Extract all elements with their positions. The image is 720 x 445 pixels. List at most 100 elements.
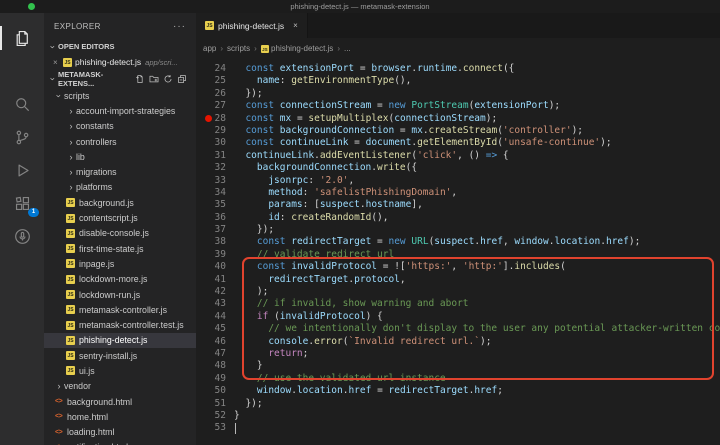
code-line-53[interactable]: 53 bbox=[196, 422, 720, 434]
refresh-icon[interactable] bbox=[163, 74, 173, 84]
code-line-48[interactable]: 48 } bbox=[196, 360, 720, 372]
code-line-39[interactable]: 39 // validate redirect url bbox=[196, 249, 720, 261]
tree-file-lockdown-more.js[interactable]: JSlockdown-more.js bbox=[44, 272, 196, 287]
code-line-38[interactable]: 38 const redirectTarget = new URL(suspec… bbox=[196, 236, 720, 248]
line-number[interactable]: 33 bbox=[196, 175, 234, 187]
activity-extensions-button[interactable]: 1 bbox=[0, 188, 44, 218]
line-number[interactable]: 25 bbox=[196, 75, 234, 87]
project-header[interactable]: › METAMASK-EXTENS... bbox=[44, 70, 196, 88]
code-line-40[interactable]: 40 const invalidProtocol = !['https:', '… bbox=[196, 261, 720, 273]
code-line-27[interactable]: 27 const connectionStream = new PortStre… bbox=[196, 100, 720, 112]
tree-file-metamask-controller.js[interactable]: JSmetamask-controller.js bbox=[44, 302, 196, 317]
line-number[interactable]: 34 bbox=[196, 187, 234, 199]
tree-file-background.html[interactable]: <>background.html bbox=[44, 394, 196, 409]
tree-file-first-time-state.js[interactable]: JSfirst-time-state.js bbox=[44, 241, 196, 256]
activity-run-debug-button[interactable] bbox=[0, 155, 44, 185]
line-number[interactable]: 30 bbox=[196, 137, 234, 149]
activity-source-control-button[interactable] bbox=[0, 122, 44, 152]
line-number[interactable]: 47 bbox=[196, 348, 234, 360]
code-line-33[interactable]: 33 jsonrpc: '2.0', bbox=[196, 175, 720, 187]
line-number[interactable]: 42 bbox=[196, 286, 234, 298]
code-line-31[interactable]: 31 continueLink.addEventListener('click'… bbox=[196, 150, 720, 162]
code-line-30[interactable]: 30 const continueLink = document.getElem… bbox=[196, 137, 720, 149]
line-number[interactable]: 49 bbox=[196, 373, 234, 385]
breadcrumb-item[interactable]: ... bbox=[344, 44, 351, 53]
tree-file-contentscript.js[interactable]: JScontentscript.js bbox=[44, 210, 196, 225]
activity-record-button[interactable] bbox=[0, 221, 44, 251]
tree-folder-migrations[interactable]: ›migrations bbox=[44, 164, 196, 179]
line-number[interactable]: 32 bbox=[196, 162, 234, 174]
line-number[interactable]: 28 bbox=[196, 113, 234, 125]
tree-file-notification.html[interactable]: <>notification.html bbox=[44, 440, 196, 445]
line-number[interactable]: 48 bbox=[196, 360, 234, 372]
activity-explorer-button[interactable] bbox=[0, 23, 44, 53]
code-line-24[interactable]: 24 const extensionPort = browser.runtime… bbox=[196, 63, 720, 75]
line-number[interactable]: 45 bbox=[196, 323, 234, 335]
breadcrumb-item[interactable]: app bbox=[203, 44, 216, 53]
tree-file-lockdown-run.js[interactable]: JSlockdown-run.js bbox=[44, 287, 196, 302]
line-number[interactable]: 50 bbox=[196, 385, 234, 397]
tree-folder-lib[interactable]: ›lib bbox=[44, 149, 196, 164]
code-line-32[interactable]: 32 backgroundConnection.write({ bbox=[196, 162, 720, 174]
line-number[interactable]: 29 bbox=[196, 125, 234, 137]
code-line-36[interactable]: 36 id: createRandomId(), bbox=[196, 212, 720, 224]
tree-folder-scripts[interactable]: ›scripts bbox=[44, 88, 196, 103]
code-line-25[interactable]: 25 name: getEnvironmentType(), bbox=[196, 75, 720, 87]
tree-folder-platforms[interactable]: ›platforms bbox=[44, 180, 196, 195]
code-line-42[interactable]: 42 ); bbox=[196, 286, 720, 298]
new-folder-icon[interactable] bbox=[149, 74, 159, 84]
code-line-35[interactable]: 35 params: [suspect.hostname], bbox=[196, 199, 720, 211]
line-number[interactable]: 26 bbox=[196, 88, 234, 100]
line-number[interactable]: 35 bbox=[196, 199, 234, 211]
code-line-44[interactable]: 44 if (invalidProtocol) { bbox=[196, 311, 720, 323]
code-line-37[interactable]: 37 }); bbox=[196, 224, 720, 236]
code-line-43[interactable]: 43 // if invalid, show warning and abort bbox=[196, 298, 720, 310]
activity-search-button[interactable] bbox=[0, 89, 44, 119]
breadcrumb-item[interactable]: JS phishing-detect.js bbox=[261, 44, 333, 53]
line-number[interactable]: 53 bbox=[196, 422, 234, 434]
code-line-50[interactable]: 50 window.location.href = redirectTarget… bbox=[196, 385, 720, 397]
code-line-41[interactable]: 41 redirectTarget.protocol, bbox=[196, 274, 720, 286]
line-number[interactable]: 51 bbox=[196, 398, 234, 410]
line-number[interactable]: 38 bbox=[196, 236, 234, 248]
tree-file-ui.js[interactable]: JSui.js bbox=[44, 363, 196, 378]
line-number[interactable]: 24 bbox=[196, 63, 234, 75]
close-icon[interactable]: × bbox=[53, 58, 63, 67]
line-number[interactable]: 31 bbox=[196, 150, 234, 162]
code-line-45[interactable]: 45 // we intentionally don't display to … bbox=[196, 323, 720, 335]
code-line-34[interactable]: 34 method: 'safelistPhishingDomain', bbox=[196, 187, 720, 199]
code-line-47[interactable]: 47 return; bbox=[196, 348, 720, 360]
code-line-29[interactable]: 29 const backgroundConnection = mx.creat… bbox=[196, 125, 720, 137]
code-area[interactable]: 24 const extensionPort = browser.runtime… bbox=[196, 58, 720, 445]
code-line-49[interactable]: 49 // use the validated url instance bbox=[196, 373, 720, 385]
tree-file-sentry-install.js[interactable]: JSsentry-install.js bbox=[44, 348, 196, 363]
tree-file-inpage.js[interactable]: JSinpage.js bbox=[44, 256, 196, 271]
tree-folder-controllers[interactable]: ›controllers bbox=[44, 134, 196, 149]
open-editors-header[interactable]: › OPEN EDITORS bbox=[44, 39, 196, 54]
tree-file-background.js[interactable]: JSbackground.js bbox=[44, 195, 196, 210]
tree-folder-vendor[interactable]: ›vendor bbox=[44, 379, 196, 394]
line-number[interactable]: 43 bbox=[196, 298, 234, 310]
new-file-icon[interactable] bbox=[135, 74, 145, 84]
line-number[interactable]: 40 bbox=[196, 261, 234, 273]
traffic-light-green[interactable] bbox=[28, 3, 35, 10]
line-number[interactable]: 37 bbox=[196, 224, 234, 236]
code-line-51[interactable]: 51 }); bbox=[196, 398, 720, 410]
tree-file-loading.html[interactable]: <>loading.html bbox=[44, 425, 196, 440]
collapse-all-icon[interactable] bbox=[177, 74, 187, 84]
line-number[interactable]: 52 bbox=[196, 410, 234, 422]
tree-folder-account-import-strategies[interactable]: ›account-import-strategies bbox=[44, 103, 196, 118]
tree-file-disable-console.js[interactable]: JSdisable-console.js bbox=[44, 226, 196, 241]
tree-folder-constants[interactable]: ›constants bbox=[44, 119, 196, 134]
code-line-46[interactable]: 46 console.error(`Invalid redirect url.`… bbox=[196, 336, 720, 348]
line-number[interactable]: 41 bbox=[196, 274, 234, 286]
breadcrumb-item[interactable]: scripts bbox=[227, 44, 250, 53]
tree-file-home.html[interactable]: <>home.html bbox=[44, 409, 196, 424]
code-line-28[interactable]: 28 const mx = setupMultiplex(connectionS… bbox=[196, 113, 720, 125]
code-line-26[interactable]: 26 }); bbox=[196, 88, 720, 100]
line-number[interactable]: 27 bbox=[196, 100, 234, 112]
tree-file-metamask-controller.test.js[interactable]: JSmetamask-controller.test.js bbox=[44, 317, 196, 332]
line-number[interactable]: 44 bbox=[196, 311, 234, 323]
code-line-52[interactable]: 52} bbox=[196, 410, 720, 422]
line-number[interactable]: 39 bbox=[196, 249, 234, 261]
